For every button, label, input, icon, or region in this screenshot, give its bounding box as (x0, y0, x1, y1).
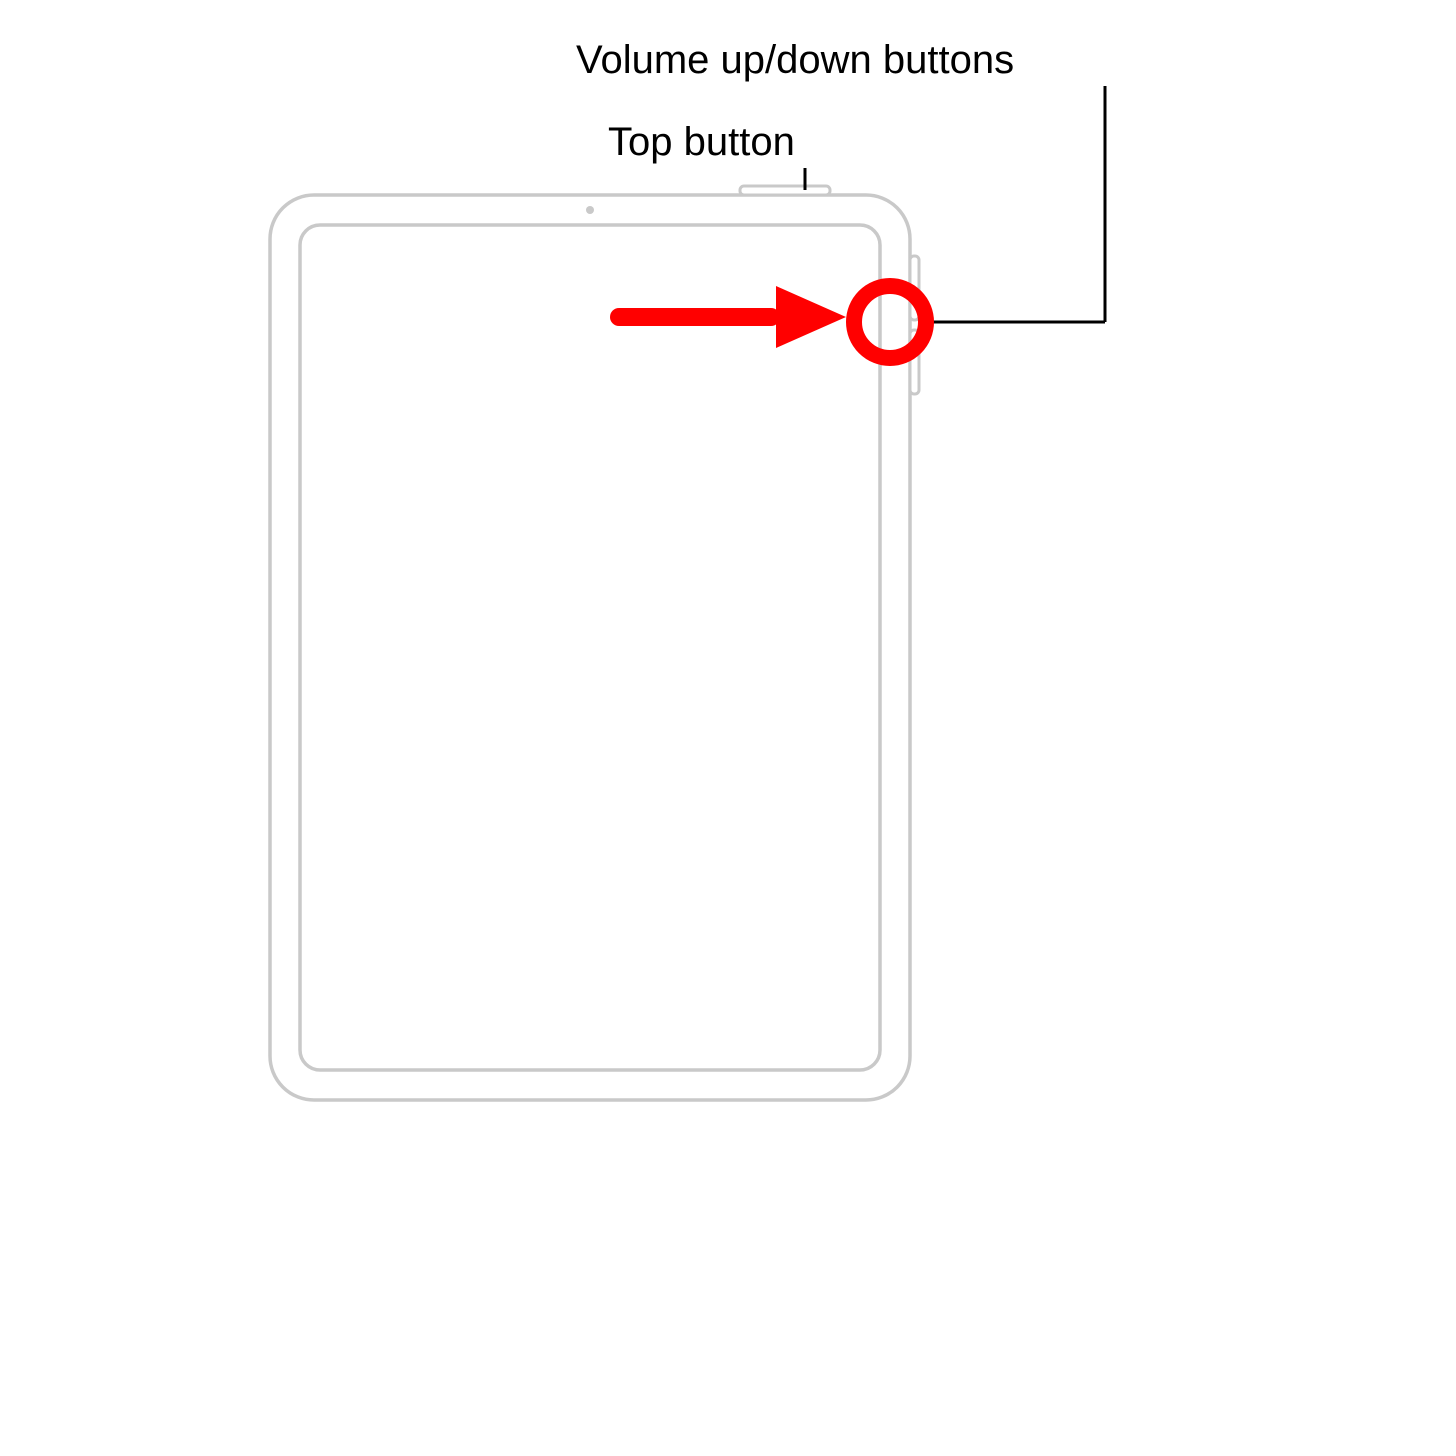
ipad-screen (300, 225, 880, 1070)
volume-buttons-label: Volume up/down buttons (576, 38, 1014, 83)
diagram-canvas (0, 0, 1456, 1456)
front-camera-icon (586, 206, 594, 214)
top-button-label: Top button (608, 120, 795, 165)
top-button (740, 186, 830, 195)
